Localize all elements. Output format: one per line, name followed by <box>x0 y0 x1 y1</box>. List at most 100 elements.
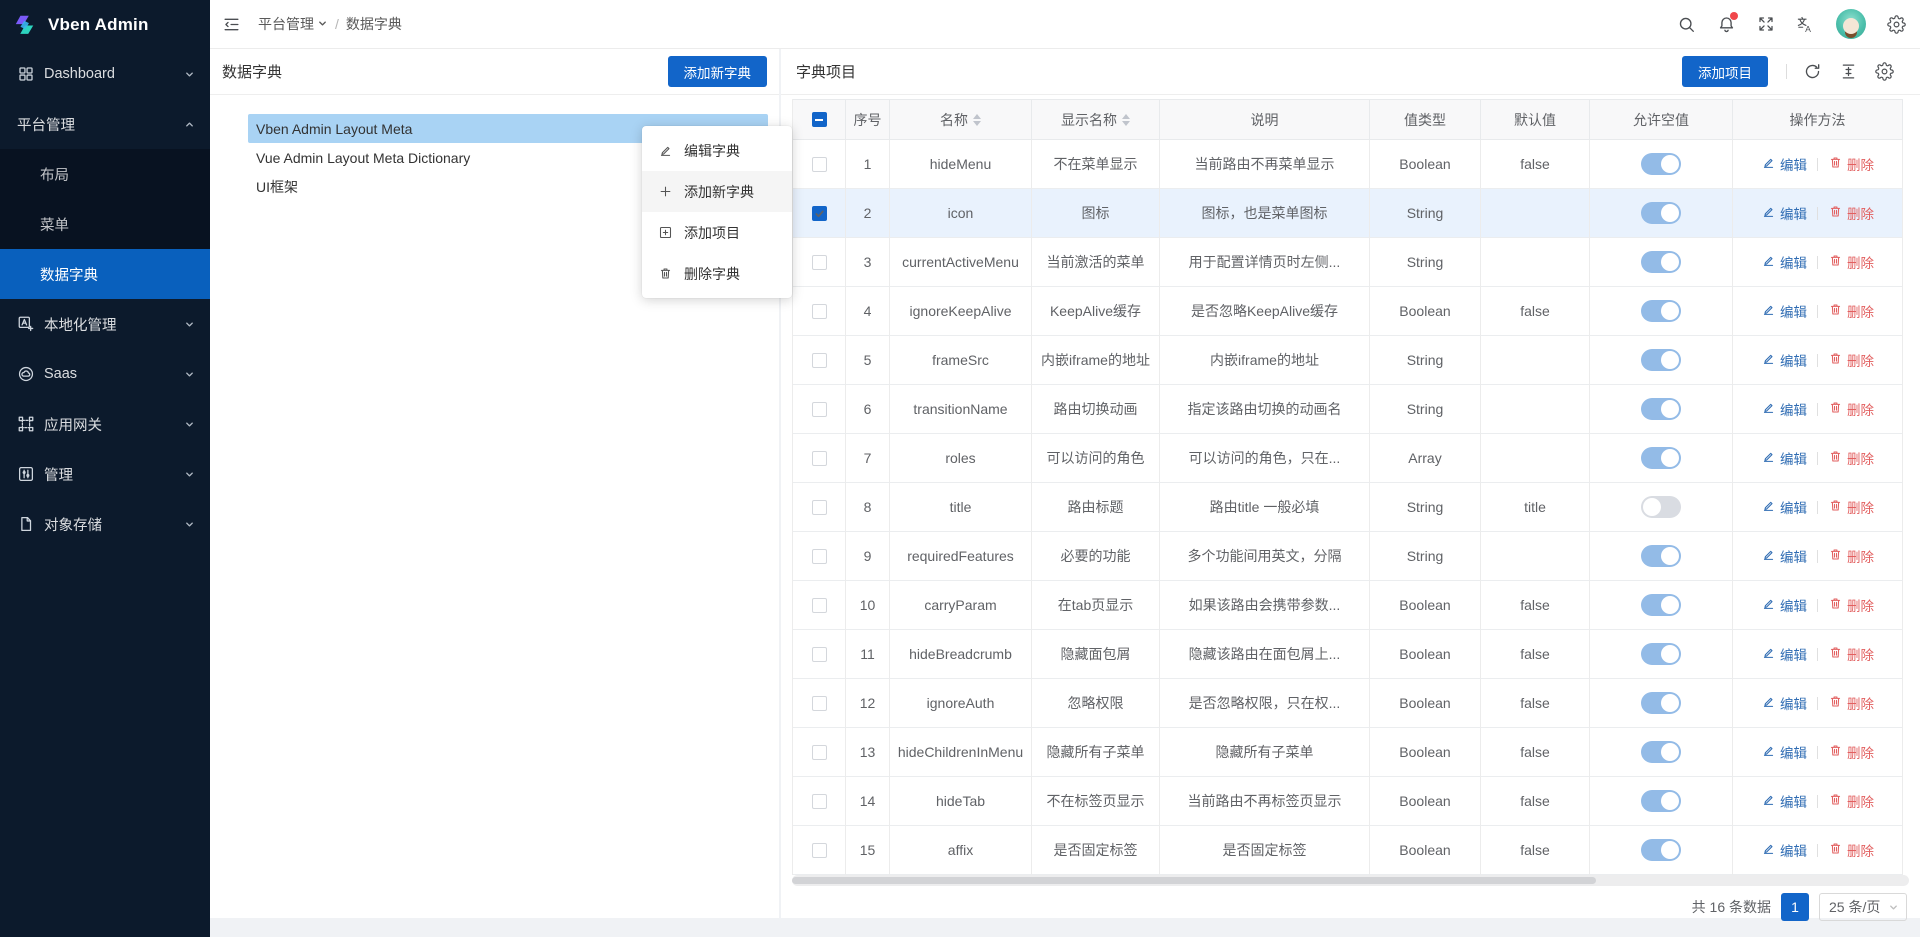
row-checkbox[interactable] <box>812 549 827 564</box>
delete-row-button[interactable]: 删除 <box>1828 301 1874 321</box>
allow-empty-toggle[interactable] <box>1641 839 1681 861</box>
delete-label: 删除 <box>1847 252 1874 272</box>
sidebar-item-manage[interactable]: 管理 <box>0 449 210 499</box>
allow-empty-toggle[interactable] <box>1641 202 1681 224</box>
edit-row-button[interactable]: 编辑 <box>1761 301 1807 321</box>
delete-row-button[interactable]: 删除 <box>1828 791 1874 811</box>
edit-row-button[interactable]: 编辑 <box>1761 546 1807 566</box>
bell-icon[interactable] <box>1717 15 1736 34</box>
sidebar-item-saas[interactable]: Saas <box>0 349 210 399</box>
refresh-icon[interactable] <box>1803 62 1822 81</box>
search-icon[interactable] <box>1677 15 1696 34</box>
delete-row-button[interactable]: 删除 <box>1828 546 1874 566</box>
vertical-scrollbar[interactable] <box>1911 145 1918 817</box>
delete-row-button[interactable]: 删除 <box>1828 448 1874 468</box>
allow-empty-toggle[interactable] <box>1641 741 1681 763</box>
row-checkbox[interactable] <box>812 843 827 858</box>
allow-empty-toggle[interactable] <box>1641 692 1681 714</box>
row-checkbox[interactable] <box>812 206 827 221</box>
allow-empty-toggle[interactable] <box>1641 300 1681 322</box>
user-avatar[interactable] <box>1836 9 1866 39</box>
delete-row-button[interactable]: 删除 <box>1828 154 1874 174</box>
context-menu-item[interactable]: 删除字典 <box>642 253 792 294</box>
row-checkbox[interactable] <box>812 696 827 711</box>
delete-row-button[interactable]: 删除 <box>1828 252 1874 272</box>
app-logo[interactable]: Vben Admin <box>0 0 210 49</box>
edit-row-button[interactable]: 编辑 <box>1761 448 1807 468</box>
page-size-select[interactable]: 25 条/页 <box>1819 893 1907 921</box>
horizontal-scrollbar[interactable] <box>792 875 1909 886</box>
select-all-header-cell[interactable] <box>793 99 846 140</box>
settings-icon[interactable] <box>1875 62 1894 81</box>
sidebar-item-dashboard[interactable]: Dashboard <box>0 49 210 99</box>
sidebar-item-layout[interactable]: 布局 <box>0 149 210 199</box>
row-checkbox[interactable] <box>812 402 827 417</box>
edit-row-button[interactable]: 编辑 <box>1761 252 1807 272</box>
edit-row-button[interactable]: 编辑 <box>1761 791 1807 811</box>
pagination-page-1[interactable]: 1 <box>1781 893 1809 921</box>
allow-empty-toggle[interactable] <box>1641 594 1681 616</box>
context-menu-item[interactable]: 添加新字典 <box>642 171 792 212</box>
row-checkbox[interactable] <box>812 157 827 172</box>
sidebar-item-menu[interactable]: 菜单 <box>0 199 210 249</box>
settings-icon[interactable] <box>1887 15 1906 34</box>
allow-empty-toggle[interactable] <box>1641 251 1681 273</box>
allow-empty-toggle[interactable] <box>1641 496 1681 518</box>
allow-empty-toggle[interactable] <box>1641 790 1681 812</box>
edit-row-button[interactable]: 编辑 <box>1761 840 1807 860</box>
delete-row-button[interactable]: 删除 <box>1828 644 1874 664</box>
menu-fold-icon[interactable] <box>222 15 241 34</box>
allow-empty-toggle[interactable] <box>1641 398 1681 420</box>
edit-row-button[interactable]: 编辑 <box>1761 154 1807 174</box>
edit-row-button[interactable]: 编辑 <box>1761 742 1807 762</box>
edit-row-button[interactable]: 编辑 <box>1761 595 1807 615</box>
edit-row-button[interactable]: 编辑 <box>1761 399 1807 419</box>
delete-row-button[interactable]: 删除 <box>1828 203 1874 223</box>
header-cell[interactable]: 名称 <box>890 99 1032 140</box>
breadcrumb-item-platform[interactable]: 平台管理 <box>258 14 328 34</box>
fullscreen-icon[interactable] <box>1757 15 1775 33</box>
row-checkbox[interactable] <box>812 598 827 613</box>
edit-row-button[interactable]: 编辑 <box>1761 693 1807 713</box>
row-checkbox[interactable] <box>812 353 827 368</box>
row-checkbox[interactable] <box>812 304 827 319</box>
edit-row-button[interactable]: 编辑 <box>1761 497 1807 517</box>
delete-row-button[interactable]: 删除 <box>1828 399 1874 419</box>
context-menu-item[interactable]: 添加项目 <box>642 212 792 253</box>
header-cell[interactable]: 显示名称 <box>1032 99 1160 140</box>
allow-empty-toggle[interactable] <box>1641 447 1681 469</box>
edit-row-button[interactable]: 编辑 <box>1761 203 1807 223</box>
delete-row-button[interactable]: 删除 <box>1828 840 1874 860</box>
context-menu-item[interactable]: 编辑字典 <box>642 130 792 171</box>
translate-icon[interactable]: 文A <box>1796 15 1815 34</box>
add-dictionary-button[interactable]: 添加新字典 <box>668 56 768 87</box>
row-checkbox[interactable] <box>812 647 827 662</box>
row-checkbox[interactable] <box>812 500 827 515</box>
edit-row-button[interactable]: 编辑 <box>1761 350 1807 370</box>
sidebar-item-platform[interactable]: 平台管理 <box>0 99 210 149</box>
sort-icon[interactable] <box>1122 114 1130 126</box>
allow-empty-toggle[interactable] <box>1641 643 1681 665</box>
row-checkbox[interactable] <box>812 451 827 466</box>
sort-icon[interactable] <box>973 114 981 126</box>
sidebar-item-data-dictionary[interactable]: 数据字典 <box>0 249 210 299</box>
row-checkbox[interactable] <box>812 255 827 270</box>
edit-row-button[interactable]: 编辑 <box>1761 644 1807 664</box>
breadcrumb-item-data-dictionary[interactable]: 数据字典 <box>346 14 402 34</box>
delete-row-button[interactable]: 删除 <box>1828 497 1874 517</box>
allow-empty-toggle[interactable] <box>1641 153 1681 175</box>
row-height-icon[interactable] <box>1839 62 1858 81</box>
add-item-button[interactable]: 添加项目 <box>1682 56 1768 87</box>
row-checkbox[interactable] <box>812 794 827 809</box>
sidebar-item-gateway[interactable]: 应用网关 <box>0 399 210 449</box>
allow-empty-toggle[interactable] <box>1641 349 1681 371</box>
delete-row-button[interactable]: 删除 <box>1828 742 1874 762</box>
sidebar-item-object-storage[interactable]: 对象存储 <box>0 499 210 549</box>
select-all-checkbox[interactable] <box>812 112 827 127</box>
allow-empty-toggle[interactable] <box>1641 545 1681 567</box>
row-checkbox[interactable] <box>812 745 827 760</box>
delete-row-button[interactable]: 删除 <box>1828 693 1874 713</box>
delete-row-button[interactable]: 删除 <box>1828 350 1874 370</box>
delete-row-button[interactable]: 删除 <box>1828 595 1874 615</box>
sidebar-item-localization[interactable]: 本地化管理 <box>0 299 210 349</box>
